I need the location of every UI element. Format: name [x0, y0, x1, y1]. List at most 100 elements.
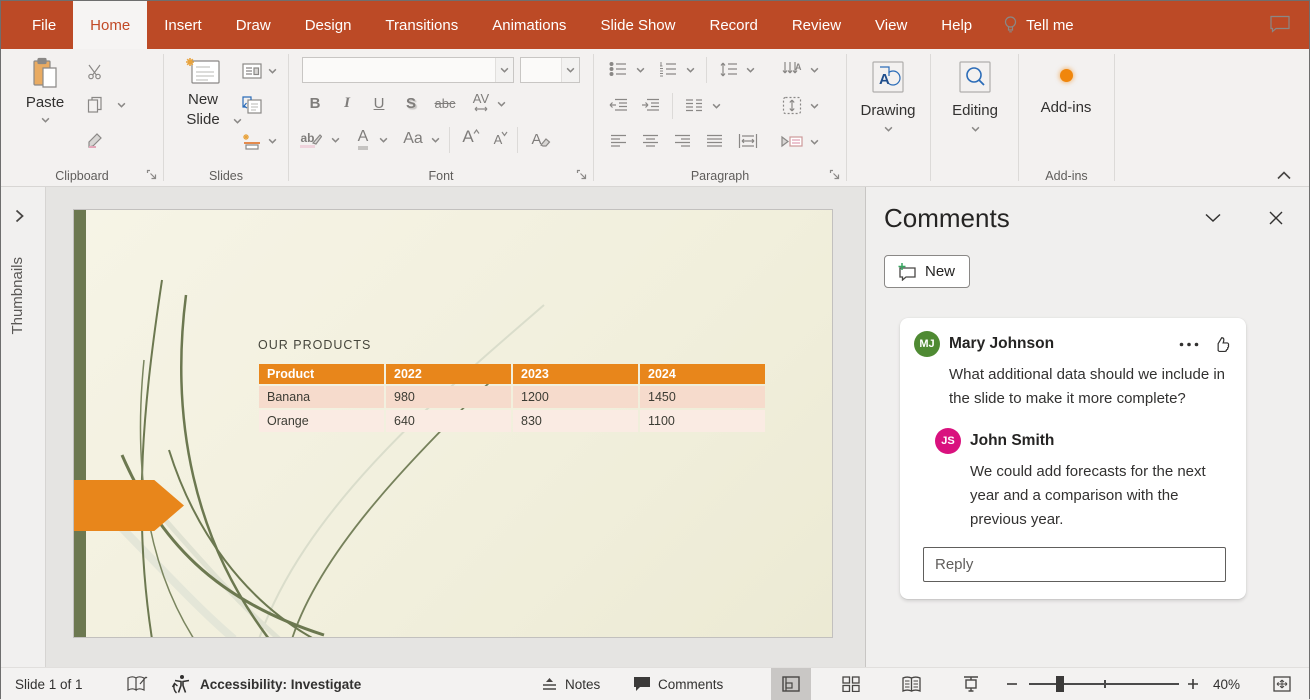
slide-canvas[interactable]: OUR PRODUCTS Product 2022 2023 2024 Bana…	[46, 187, 865, 667]
align-text-button[interactable]	[780, 93, 804, 117]
slide-layout-button[interactable]	[240, 59, 264, 83]
slideshow-button[interactable]	[951, 668, 991, 700]
paste-button[interactable]: Paste	[15, 57, 75, 123]
slide-table[interactable]: Product 2022 2023 2024 Banana 980 1200 1…	[257, 362, 767, 434]
tab-home[interactable]: Home	[73, 1, 147, 49]
convert-to-smartart-button[interactable]	[780, 129, 804, 153]
paragraph-dialog-launcher[interactable]	[827, 167, 842, 182]
text-direction-button[interactable]: A	[780, 57, 804, 81]
highlight-dropdown-chevron-icon[interactable]	[331, 137, 340, 143]
tab-animations[interactable]: Animations	[475, 1, 583, 49]
numbering-dropdown-chevron-icon[interactable]	[686, 67, 695, 73]
feedback-button[interactable]	[1269, 14, 1291, 34]
accessibility-checker-button[interactable]: Accessibility: Investigate	[171, 668, 361, 700]
font-dialog-launcher[interactable]	[574, 167, 589, 182]
slide-title[interactable]: OUR PRODUCTS	[258, 338, 371, 352]
notes-button[interactable]: Notes	[541, 668, 600, 700]
new-slide-button[interactable]: New Slide	[172, 57, 234, 131]
tab-insert[interactable]: Insert	[147, 1, 219, 49]
copy-dropdown-chevron-icon[interactable]	[117, 102, 126, 108]
strikethrough-button[interactable]: abc	[433, 91, 457, 115]
line-spacing-dropdown-chevron-icon[interactable]	[746, 67, 755, 73]
collapse-comments-button[interactable]	[1205, 213, 1221, 223]
decrease-indent-button[interactable]	[606, 93, 630, 117]
tab-transitions[interactable]: Transitions	[368, 1, 475, 49]
comments-button[interactable]: Comments	[633, 668, 723, 700]
italic-button[interactable]: I	[335, 91, 359, 115]
tab-design[interactable]: Design	[288, 1, 369, 49]
tab-slide-show[interactable]: Slide Show	[583, 1, 692, 49]
text-shadow-button[interactable]: S	[399, 91, 423, 115]
zoom-in-button[interactable]	[1187, 668, 1199, 700]
slide-sorter-button[interactable]	[831, 668, 871, 700]
tab-review[interactable]: Review	[775, 1, 858, 49]
underline-button[interactable]: U	[367, 91, 391, 115]
reset-slide-button[interactable]	[240, 93, 264, 117]
section-button[interactable]	[240, 129, 264, 153]
scissors-icon	[87, 63, 104, 80]
reply-input[interactable]	[923, 547, 1226, 582]
reading-view-button[interactable]	[891, 668, 931, 700]
new-comment-button[interactable]: New	[884, 255, 970, 288]
tab-help[interactable]: Help	[924, 1, 989, 49]
columns-dropdown-chevron-icon[interactable]	[712, 103, 721, 109]
font-size-combobox[interactable]	[520, 57, 580, 83]
tab-file[interactable]: File	[15, 1, 73, 49]
smartart-dropdown-chevron-icon[interactable]	[810, 139, 819, 145]
section-dropdown-chevron-icon[interactable]	[268, 138, 277, 144]
align-text-dropdown-chevron-icon[interactable]	[810, 103, 819, 109]
font-color-dropdown-chevron-icon[interactable]	[379, 137, 388, 143]
collapse-ribbon-button[interactable]	[1277, 171, 1291, 180]
cut-button[interactable]	[83, 59, 107, 83]
tab-draw[interactable]: Draw	[219, 1, 288, 49]
align-center-button[interactable]	[638, 129, 662, 153]
character-spacing-button[interactable]: AV	[469, 89, 493, 113]
tab-view[interactable]: View	[858, 1, 924, 49]
bullets-button[interactable]	[606, 57, 630, 81]
zoom-slider-handle[interactable]	[1056, 676, 1064, 692]
decrease-font-size-button[interactable]: A	[489, 127, 513, 151]
slide-indicator[interactable]: Slide 1 of 1	[15, 668, 83, 700]
increase-indent-button[interactable]	[638, 93, 662, 117]
justify-button[interactable]	[702, 129, 726, 153]
spacing-dropdown-chevron-icon[interactable]	[497, 101, 506, 107]
close-comments-button[interactable]	[1269, 211, 1283, 225]
zoom-out-button[interactable]	[1006, 668, 1018, 700]
addins-button[interactable]: Add-ins	[1035, 63, 1097, 118]
normal-view-button[interactable]	[771, 668, 811, 700]
slide[interactable]: OUR PRODUCTS Product 2022 2023 2024 Bana…	[73, 209, 833, 638]
thumbnails-pane[interactable]: Thumbnails	[1, 187, 46, 667]
editing-button[interactable]: Editing	[944, 57, 1006, 132]
line-spacing-button[interactable]	[716, 57, 740, 81]
expand-thumbnails-button[interactable]	[15, 209, 24, 223]
spell-check-button[interactable]	[127, 668, 148, 700]
distribute-text-button[interactable]	[736, 129, 760, 153]
drawing-button[interactable]: A Drawing	[857, 57, 919, 132]
zoom-slider[interactable]	[1029, 668, 1179, 700]
numbering-button[interactable]	[656, 57, 680, 81]
zoom-level[interactable]: 40%	[1213, 668, 1240, 700]
fit-slide-to-window-button[interactable]	[1273, 668, 1291, 700]
clipboard-dialog-launcher[interactable]	[144, 167, 159, 182]
comment-card[interactable]: MJ Mary Johnson What additional data sho…	[900, 318, 1246, 599]
highlight-color-button[interactable]: ab	[299, 127, 323, 151]
columns-button[interactable]	[682, 93, 706, 117]
tell-me-button[interactable]: Tell me	[989, 1, 1088, 49]
more-options-icon[interactable]	[1179, 342, 1199, 347]
change-case-dropdown-chevron-icon[interactable]	[431, 137, 440, 143]
increase-font-size-button[interactable]: A	[459, 125, 483, 149]
bold-button[interactable]: B	[303, 91, 327, 115]
copy-button[interactable]	[83, 93, 107, 117]
clear-formatting-button[interactable]: A	[529, 127, 553, 151]
like-icon[interactable]	[1213, 335, 1232, 354]
font-name-combobox[interactable]	[302, 57, 514, 83]
align-right-button[interactable]	[670, 129, 694, 153]
layout-dropdown-chevron-icon[interactable]	[268, 68, 277, 74]
text-direction-dropdown-chevron-icon[interactable]	[810, 67, 819, 73]
bullets-dropdown-chevron-icon[interactable]	[636, 67, 645, 73]
format-painter-button[interactable]	[83, 129, 107, 153]
font-color-button[interactable]: A	[351, 127, 375, 151]
change-case-button[interactable]: Aa	[401, 127, 425, 151]
tab-record[interactable]: Record	[692, 1, 774, 49]
align-left-button[interactable]	[606, 129, 630, 153]
